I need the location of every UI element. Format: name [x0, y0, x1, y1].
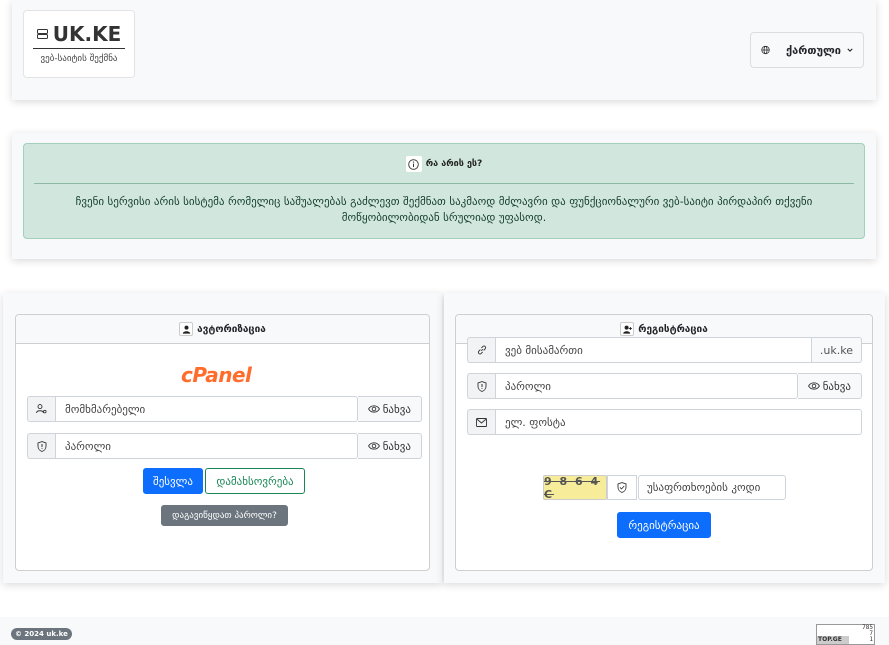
remember-button[interactable]: დამახსოვრება — [205, 468, 305, 494]
info-text: ჩვენი სერვისი არის სისტემა რომელიც საშუა… — [75, 195, 813, 224]
logo-subtitle: ვებ-საიტის შექმნა — [40, 54, 118, 64]
register-title: რეგისტრაცია — [638, 323, 708, 335]
cpanel-logo: cPanel — [181, 363, 252, 387]
eye-icon — [367, 442, 380, 450]
register-password-group: ნახვა — [467, 373, 862, 399]
counter-value: 1 — [869, 636, 873, 643]
captcha-image: 9 8 6 4 C — [543, 475, 607, 501]
globe-icon — [761, 45, 770, 55]
username-show-button[interactable]: ნახვა — [357, 396, 422, 422]
forgot-password-button[interactable]: დაგავიწყდათ პაროლი? — [161, 505, 288, 526]
register-submit-button[interactable]: რეგისტრაცია — [617, 512, 711, 538]
language-label: ქართული — [786, 43, 841, 57]
info-title: რა არის ეს? — [425, 159, 483, 169]
register-card: რეგისტრაცია .uk.ke ნახვა 9 8 6 — [455, 314, 873, 571]
login-password-show-button[interactable]: ნახვა — [357, 433, 422, 459]
register-password-show-button[interactable]: ნახვა — [797, 373, 862, 399]
register-section: რეგისტრაცია .uk.ke ნახვა 9 8 6 — [444, 293, 885, 583]
site-header: UK.KE ვებ-საიტის შექმნა ქართული — [12, 0, 876, 100]
site-footer: © 2024 uk.ke 785 7 1 TOP.GE — [0, 617, 889, 645]
copyright-badge: © 2024 uk.ke — [11, 628, 72, 640]
register-password-input[interactable] — [495, 373, 798, 399]
envelope-icon — [467, 409, 495, 435]
logo-title-row: UK.KE — [33, 22, 125, 49]
info-section: რა არის ეს? ჩვენი სერვისი არის სისტემა რ… — [12, 133, 876, 259]
info-alert: რა არის ეს? ჩვენი სერვისი არის სისტემა რ… — [23, 143, 865, 239]
login-card-header: ავტორიზაცია — [16, 315, 429, 344]
show-label: ნახვა — [382, 402, 411, 416]
domain-suffix: .uk.ke — [811, 337, 862, 363]
show-label: ნახვა — [382, 439, 411, 453]
shield-icon — [27, 433, 55, 459]
language-dropdown[interactable]: ქართული — [750, 32, 864, 68]
login-card: ავტორიზაცია cPanel ნახვა ნახვა შესვლა — [15, 314, 430, 571]
login-section: ავტორიზაცია cPanel ნახვა ნახვა შესვლა — [3, 293, 442, 583]
top-ge-counter[interactable]: 785 7 1 TOP.GE — [816, 624, 875, 645]
website-group: .uk.ke — [467, 337, 862, 363]
captcha-shield-icon — [607, 475, 637, 500]
server-icon — [36, 29, 48, 39]
login-password-group: ნახვა — [27, 433, 422, 459]
email-group — [467, 409, 862, 435]
user-cog-icon — [27, 396, 55, 422]
shield-icon — [467, 373, 495, 399]
chevron-down-icon — [847, 48, 853, 52]
info-heading: რა არის ეს? — [24, 156, 864, 172]
info-icon — [405, 156, 422, 172]
login-password-input[interactable] — [55, 433, 358, 459]
logo-text: UK.KE — [52, 22, 122, 46]
user-plus-icon — [620, 322, 635, 336]
username-group: ნახვა — [27, 396, 422, 422]
website-input[interactable] — [495, 337, 812, 363]
login-title: ავტორიზაცია — [197, 323, 266, 335]
show-label: ნახვა — [822, 379, 851, 393]
user-icon — [179, 322, 194, 336]
eye-icon — [367, 405, 380, 413]
username-input[interactable] — [55, 396, 358, 422]
counter-brand: TOP.GE — [817, 636, 849, 644]
counter-values: 785 7 1 — [862, 625, 873, 643]
captcha-input[interactable] — [638, 475, 786, 500]
email-input[interactable] — [495, 409, 862, 435]
eye-icon — [807, 382, 820, 390]
link-icon — [467, 337, 495, 363]
login-submit-button[interactable]: შესვლა — [143, 468, 203, 494]
info-divider — [34, 183, 854, 184]
site-logo[interactable]: UK.KE ვებ-საიტის შექმნა — [23, 10, 135, 78]
